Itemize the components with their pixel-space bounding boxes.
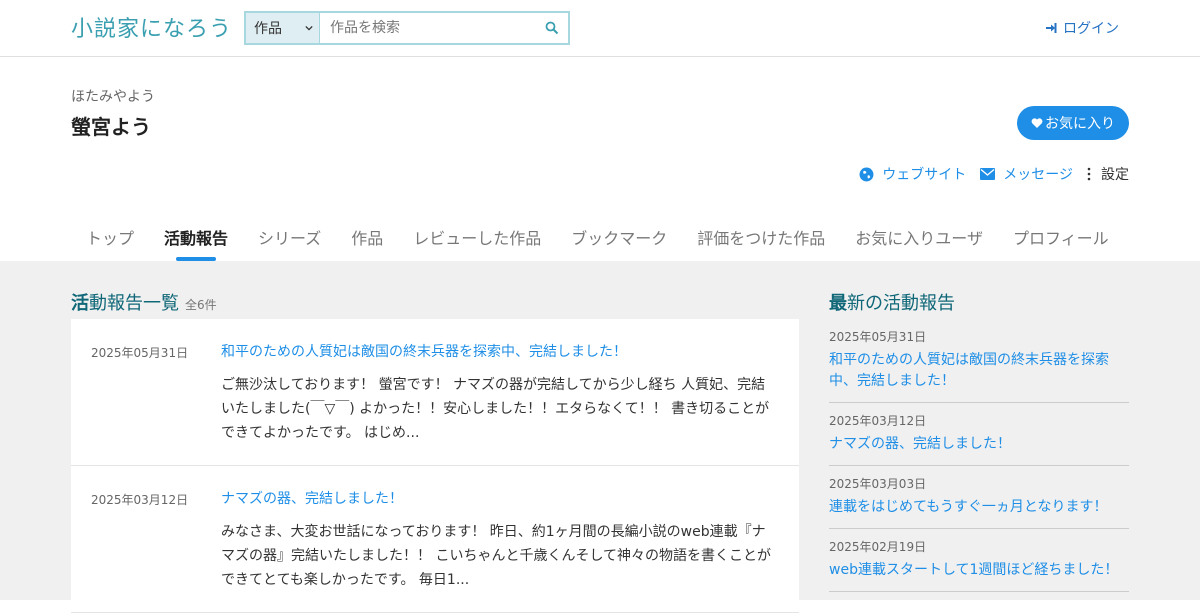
- report-excerpt: みなさま、大変お世話になっております！ 昨日、約1ヶ月間の長編小説のweb連載『…: [221, 524, 772, 588]
- heart-icon: [1031, 118, 1043, 128]
- logo-text: 小説家になろう: [71, 17, 233, 42]
- tab-label: トップ: [86, 229, 135, 248]
- report-body: 和平のための人質妃は敵国の終末兵器を探索中、完結しました！ ご無沙汰しております…: [221, 341, 779, 445]
- report-excerpt: ご無沙汰しております！ 螢宮です！ ナマズの器が完結してから少し経ち 人質妃、完…: [221, 377, 770, 441]
- sidebar-report-link[interactable]: 和平のための人質妃は敵国の終末兵器を探索中、完結しました！: [829, 350, 1129, 392]
- sidebar-report-date: 2025年03月03日: [829, 477, 927, 491]
- search-category-value: 作品: [254, 21, 282, 37]
- search-icon: [545, 21, 559, 35]
- more-vertical-icon: [1087, 167, 1091, 181]
- report-entry: 2025年03月12日 ナマズの器、完結しました！ みなさま、大変お世話になって…: [71, 466, 799, 613]
- sidebar-report-item: 2025年05月31日 和平のための人質妃は敵国の終末兵器を探索中、完結しました…: [829, 319, 1129, 403]
- website-label: ウェブサイト: [882, 167, 967, 183]
- author-name: 螢宮よう: [71, 115, 151, 139]
- sidebar-report-link[interactable]: web連載スタートして1週間ほど経ちました！: [829, 560, 1129, 581]
- sidebar-report-date: 2025年02月19日: [829, 540, 927, 554]
- report-entry: 2025年05月31日 和平のための人質妃は敵国の終末兵器を探索中、完結しました…: [71, 319, 799, 466]
- tab-rated-works[interactable]: 評価をつけた作品: [682, 221, 840, 261]
- message-link[interactable]: メッセージ: [980, 164, 1073, 184]
- search-button[interactable]: [536, 13, 568, 43]
- search-bar: 作品: [244, 11, 570, 45]
- tab-label: プロフィール: [1012, 229, 1109, 248]
- tab-profile[interactable]: プロフィール: [998, 221, 1124, 261]
- tab-label: お気に入りユーザ: [855, 229, 983, 248]
- settings-menu[interactable]: 設定: [1087, 164, 1129, 184]
- tab-label: 作品: [351, 229, 384, 248]
- tab-top[interactable]: トップ: [71, 221, 149, 261]
- sidebar-report-item: 2025年02月19日 web連載スタートして1週間ほど経ちました！: [829, 529, 1129, 592]
- settings-label: 設定: [1101, 167, 1129, 183]
- sidebar-title-rest: 新の活動報告: [847, 293, 955, 314]
- author-name-kana: ほたみやよう: [71, 89, 155, 105]
- activity-report-list: 活動報告一覧 全6件 2025年05月31日 和平のための人質妃は敵国の終末兵器…: [71, 261, 799, 613]
- report-count: 全6件: [185, 298, 217, 312]
- login-label: ログイン: [1063, 21, 1119, 37]
- tab-label: シリーズ: [258, 229, 322, 248]
- content-area: 活動報告一覧 全6件 2025年05月31日 和平のための人質妃は敵国の終末兵器…: [0, 261, 1200, 613]
- sidebar-report-item: 2025年03月03日 連載をはじめてもうすぐ一ヵ月となります！: [829, 466, 1129, 529]
- profile-links: ウェブサイト メッセージ 設定: [859, 164, 1129, 184]
- site-header: 小説家になろう 作品 ログイン: [0, 0, 1200, 57]
- report-date: 2025年05月31日: [91, 346, 189, 360]
- tab-bookmarks[interactable]: ブックマーク: [556, 221, 682, 261]
- sidebar-title-first: 最: [829, 293, 847, 314]
- tab-favorite-users[interactable]: お気に入りユーザ: [840, 221, 998, 261]
- section-title: 活動報告一覧: [71, 289, 179, 315]
- tab-activity-reports[interactable]: 活動報告: [149, 221, 243, 261]
- section-title-rest: 動報告一覧: [89, 293, 179, 314]
- report-body: ナマズの器、完結しました！ みなさま、大変お世話になっております！ 昨日、約1ヶ…: [221, 488, 779, 592]
- login-link[interactable]: ログイン: [1045, 18, 1119, 38]
- site-logo[interactable]: 小説家になろう: [71, 10, 232, 44]
- envelope-icon: [980, 168, 996, 180]
- report-entries: 2025年05月31日 和平のための人質妃は敵国の終末兵器を探索中、完結しました…: [71, 319, 799, 613]
- tab-label: ブックマーク: [571, 229, 668, 248]
- message-label: メッセージ: [1003, 167, 1073, 183]
- latest-reports-sidebar: 最新の活動報告 2025年05月31日 和平のための人質妃は敵国の終末兵器を探索…: [829, 261, 1129, 592]
- search-category-select[interactable]: 作品: [246, 13, 320, 43]
- website-link[interactable]: ウェブサイト: [859, 164, 966, 184]
- sidebar-report-link[interactable]: 連載をはじめてもうすぐ一ヵ月となります！: [829, 497, 1129, 518]
- report-date: 2025年03月12日: [91, 493, 189, 507]
- report-title-link[interactable]: 和平のための人質妃は敵国の終末兵器を探索中、完結しました！: [221, 341, 779, 361]
- tab-reviewed-works[interactable]: レビューした作品: [398, 221, 556, 261]
- profile-tabs: トップ 活動報告 シリーズ 作品 レビューした作品 ブックマーク 評価をつけた作…: [71, 221, 1124, 261]
- favorite-label: お気に入り: [1045, 116, 1115, 132]
- tab-label: 活動報告: [164, 229, 229, 248]
- search-input[interactable]: [320, 13, 536, 43]
- globe-icon: [859, 167, 874, 181]
- login-icon: [1046, 23, 1057, 33]
- chevron-down-icon: [305, 25, 313, 31]
- sidebar-report-link[interactable]: ナマズの器、完結しました！: [829, 434, 1129, 455]
- sidebar-title: 最新の活動報告: [829, 289, 1129, 319]
- tab-label: レビューした作品: [413, 229, 542, 248]
- profile-header: ほたみやよう 螢宮よう お気に入り ウェブサイト メッセージ 設定 トップ 活動…: [0, 57, 1200, 261]
- sidebar-report-date: 2025年05月31日: [829, 330, 927, 344]
- section-heading: 活動報告一覧 全6件: [71, 289, 799, 319]
- sidebar-report-date: 2025年03月12日: [829, 414, 927, 428]
- sidebar-report-item: 2025年03月12日 ナマズの器、完結しました！: [829, 403, 1129, 466]
- tab-label: 評価をつけた作品: [697, 229, 826, 248]
- tab-series[interactable]: シリーズ: [243, 221, 336, 261]
- section-title-first: 活: [71, 293, 89, 314]
- tab-works[interactable]: 作品: [336, 221, 398, 261]
- favorite-button[interactable]: お気に入り: [1017, 106, 1129, 140]
- report-title-link[interactable]: ナマズの器、完結しました！: [221, 488, 779, 508]
